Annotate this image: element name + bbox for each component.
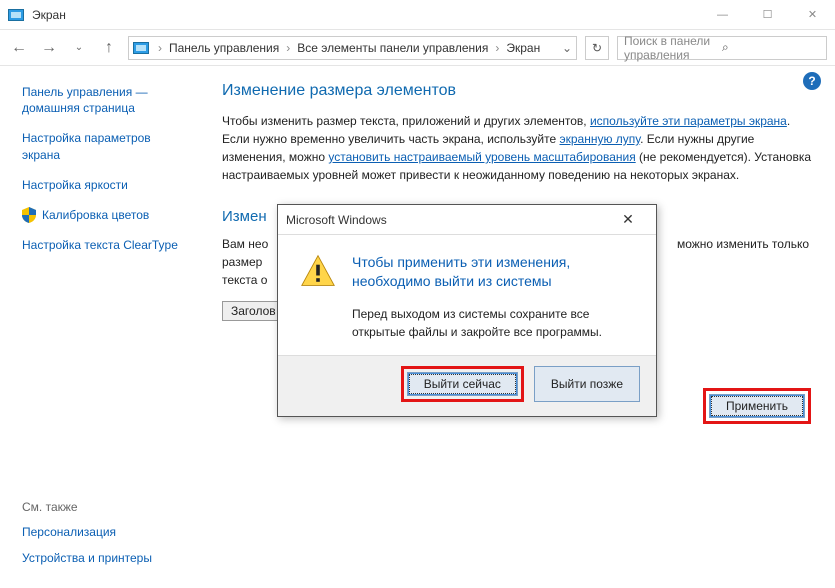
display-icon <box>8 9 24 21</box>
minimize-button[interactable]: — <box>700 0 745 30</box>
sign-out-later-button[interactable]: Выйти позже <box>534 366 640 402</box>
see-also-personalization[interactable]: Персонализация <box>22 524 188 540</box>
breadcrumb-dropdown[interactable]: ⌄ <box>562 41 572 55</box>
address-bar: ← → ⌄ ↑ › Панель управления › Все элемен… <box>0 30 835 66</box>
close-button[interactable]: ✕ <box>790 0 835 30</box>
dialog-actions: Выйти сейчас Выйти позже <box>278 355 656 416</box>
apply-button[interactable]: Применить <box>709 394 805 418</box>
refresh-button[interactable]: ↻ <box>585 36 609 60</box>
sign-out-now-button[interactable]: Выйти сейчас <box>407 372 518 396</box>
history-dropdown[interactable]: ⌄ <box>68 37 90 59</box>
highlight-signout-now: Выйти сейчас <box>401 366 524 402</box>
text: текста о <box>222 273 267 287</box>
breadcrumb-sep: › <box>492 41 502 55</box>
help-icon[interactable]: ? <box>803 72 821 90</box>
forward-button[interactable]: → <box>38 37 60 59</box>
dialog-body-text: Перед выходом из системы сохраните все о… <box>352 305 634 341</box>
sidebar-link-cleartype[interactable]: Настройка текста ClearType <box>22 237 188 253</box>
title-bar: Экран — ☐ ✕ <box>0 0 835 30</box>
back-button[interactable]: ← <box>8 37 30 59</box>
search-icon[interactable]: ⌕ <box>722 40 820 55</box>
sidebar-link-brightness[interactable]: Настройка яркости <box>22 177 188 193</box>
highlight-apply: Применить <box>703 388 811 424</box>
breadcrumb-item[interactable]: Экран <box>504 41 542 55</box>
dialog-title: Microsoft Windows <box>286 213 387 227</box>
up-button[interactable]: ↑ <box>98 37 120 59</box>
breadcrumb-item[interactable]: Панель управления <box>167 41 281 55</box>
link-magnifier[interactable]: экранную лупу <box>560 132 641 146</box>
see-also-devices-printers[interactable]: Устройства и принтеры <box>22 550 188 566</box>
page-heading: Изменение размера элементов <box>222 82 813 100</box>
text: Чтобы изменить размер текста, приложений… <box>222 114 590 128</box>
warning-icon <box>300 253 336 341</box>
breadcrumb-item[interactable]: Все элементы панели управления <box>295 41 490 55</box>
sidebar-link-color-calibration[interactable]: Калибровка цветов <box>42 207 149 223</box>
breadcrumb-sep: › <box>283 41 293 55</box>
see-also-heading: См. также <box>22 500 188 514</box>
shield-icon <box>22 207 36 223</box>
signout-dialog: Microsoft Windows ✕ Чтобы применить эти … <box>277 204 657 417</box>
sidebar: Панель управления — домашняя страница На… <box>0 66 200 588</box>
link-display-settings[interactable]: используйте эти параметры экрана <box>590 114 787 128</box>
sidebar-home-link[interactable]: Панель управления — домашняя страница <box>22 84 188 116</box>
dialog-title-bar: Microsoft Windows ✕ <box>278 205 656 235</box>
intro-paragraph: Чтобы изменить размер текста, приложений… <box>222 112 813 184</box>
window-controls: — ☐ ✕ <box>700 0 835 30</box>
window-title: Экран <box>32 8 66 22</box>
breadcrumb-sep: › <box>155 41 165 55</box>
text: Вам нео <box>222 237 268 251</box>
maximize-button[interactable]: ☐ <box>745 0 790 30</box>
dialog-heading: Чтобы применить эти изменения, необходим… <box>352 253 634 291</box>
search-placeholder: Поиск в панели управления <box>624 34 722 62</box>
dialog-close-button[interactable]: ✕ <box>608 211 648 228</box>
display-icon <box>133 42 149 54</box>
link-custom-scaling[interactable]: установить настраиваемый уровень масштаб… <box>328 150 635 164</box>
sidebar-link-display-settings[interactable]: Настройка параметров экрана <box>22 130 188 162</box>
search-input[interactable]: Поиск в панели управления ⌕ <box>617 36 827 60</box>
breadcrumb[interactable]: › Панель управления › Все элементы панел… <box>128 36 577 60</box>
